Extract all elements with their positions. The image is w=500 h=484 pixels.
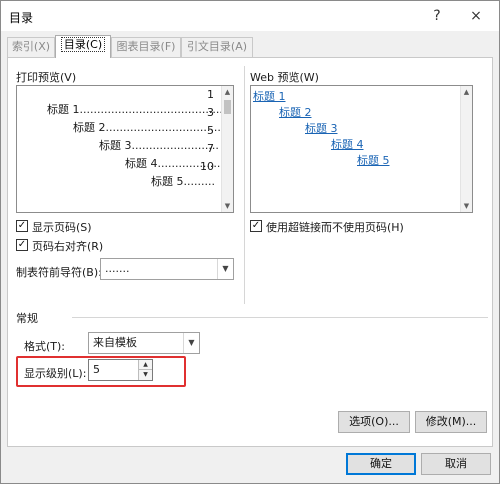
tab-leader-combo[interactable]: ....... ▼: [100, 258, 234, 280]
show-page-numbers-label[interactable]: 显示页码(S): [32, 219, 92, 235]
web-toc-link-2[interactable]: 标题 2: [279, 104, 312, 120]
scroll-down-icon[interactable]: ▼: [461, 202, 472, 210]
cancel-button[interactable]: 取消: [421, 453, 491, 475]
dialog-title: 目录: [9, 11, 34, 25]
tab-toc-label: 目录(C): [60, 37, 106, 52]
print-preview-box: 标题 1....................................…: [16, 85, 234, 213]
print-preview-scrollbar[interactable]: ▲ ▼: [221, 86, 233, 212]
spin-up-icon[interactable]: ▲: [138, 360, 152, 370]
column-divider: [244, 66, 245, 304]
scroll-down-icon[interactable]: ▼: [222, 202, 233, 210]
tab-figure-toc-label: 图表目录(F): [116, 40, 176, 53]
tab-citation-toc-label: 引文目录(A): [186, 40, 248, 53]
scroll-thumb[interactable]: [224, 100, 231, 114]
show-levels-spinner[interactable]: 5 ▲ ▼: [88, 359, 153, 381]
chevron-down-icon[interactable]: ▼: [217, 259, 233, 279]
general-divider: [72, 317, 488, 318]
spin-down-icon[interactable]: ▼: [138, 370, 152, 380]
options-button[interactable]: 选项(O)...: [338, 411, 410, 433]
show-page-numbers-checkbox[interactable]: ✓: [16, 220, 28, 232]
print-preview-label: 打印预览(V): [16, 71, 77, 84]
use-hyperlinks-checkbox[interactable]: ✓: [250, 220, 262, 232]
web-toc-link-3[interactable]: 标题 3: [305, 120, 338, 136]
right-align-label[interactable]: 页码右对齐(R): [32, 238, 103, 254]
general-section-label: 常规: [16, 312, 38, 325]
tab-index-label: 索引(X): [11, 40, 51, 53]
help-button[interactable]: ?: [424, 4, 450, 28]
toc-tab-panel: 打印预览(V) 标题 1............................…: [7, 57, 493, 447]
web-preview-scrollbar[interactable]: ▲ ▼: [460, 86, 472, 212]
print-toc-entry-5: 标题 5......... 10: [150, 160, 215, 188]
format-combo[interactable]: 来自模板 ▼: [88, 332, 200, 354]
web-toc-link-1[interactable]: 标题 1: [253, 88, 286, 104]
web-preview-box: 标题 1 标题 2 标题 3 标题 4 标题 5 ▲ ▼: [250, 85, 473, 213]
scroll-up-icon[interactable]: ▲: [461, 88, 472, 96]
web-preview-label: Web 预览(W): [250, 71, 319, 84]
ok-button[interactable]: 确定: [346, 453, 416, 475]
tab-leader-label: 制表符前导符(B):: [16, 266, 102, 279]
tab-index[interactable]: 索引(X): [7, 37, 55, 57]
tab-toc[interactable]: 目录(C): [55, 35, 111, 58]
tab-figure-toc[interactable]: 图表目录(F): [111, 37, 181, 57]
tab-citation-toc[interactable]: 引文目录(A): [181, 37, 253, 57]
title-bar: 目录 ? ×: [1, 1, 499, 31]
modify-button[interactable]: 修改(M)...: [415, 411, 487, 433]
use-hyperlinks-label[interactable]: 使用超链接而不使用页码(H): [266, 219, 404, 235]
scroll-up-icon[interactable]: ▲: [222, 88, 233, 96]
format-value: 来自模板: [93, 336, 137, 349]
show-levels-label: 显示级别(L):: [24, 367, 87, 380]
chevron-down-icon[interactable]: ▼: [183, 333, 199, 353]
show-levels-value: 5: [93, 363, 100, 376]
format-label: 格式(T):: [24, 340, 66, 353]
tab-leader-value: .......: [105, 262, 130, 275]
close-button[interactable]: ×: [463, 4, 489, 28]
web-toc-link-4[interactable]: 标题 4: [331, 136, 364, 152]
web-toc-link-5[interactable]: 标题 5: [357, 152, 390, 168]
toc-dialog: 目录 ? × 索引(X) 目录(C) 图表目录(F) 引文目录(A) 打印预览(…: [0, 0, 500, 484]
right-align-checkbox[interactable]: ✓: [16, 239, 28, 251]
